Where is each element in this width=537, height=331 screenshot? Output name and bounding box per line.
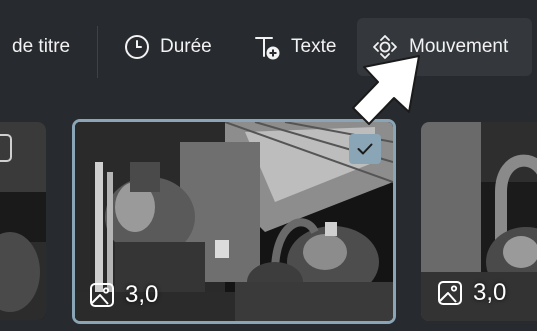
- clip-duration-value: 3,0: [473, 279, 507, 306]
- text-button[interactable]: Texte: [247, 18, 342, 76]
- pointer-arrow-icon: [352, 55, 420, 125]
- text-add-icon: [253, 33, 281, 61]
- title-card-button[interactable]: de titre: [12, 18, 70, 76]
- clip-selected[interactable]: 3,0: [72, 119, 396, 324]
- selected-checkmark[interactable]: [349, 134, 381, 164]
- duration-button[interactable]: Durée: [118, 18, 218, 76]
- duration-label: Durée: [160, 36, 212, 57]
- clip-right[interactable]: 3,0: [421, 122, 537, 321]
- clip-duration: 3,0: [89, 281, 158, 309]
- clip-duration: 3,0: [437, 279, 506, 307]
- storyboard-filmstrip: 3,0 3,0: [0, 92, 537, 331]
- text-label: Texte: [291, 36, 337, 57]
- clip-duration-value: 3,0: [125, 281, 159, 308]
- image-icon: [438, 281, 462, 305]
- clip-select-checkbox[interactable]: [0, 134, 12, 162]
- toolbar-divider: [97, 26, 98, 78]
- toolbar: de titre Durée Texte Mouvement: [0, 0, 537, 92]
- check-icon: [357, 143, 373, 155]
- title-card-label: de titre: [12, 36, 71, 57]
- clock-icon: [124, 34, 150, 60]
- image-icon: [90, 283, 114, 307]
- clip-left[interactable]: [0, 122, 46, 320]
